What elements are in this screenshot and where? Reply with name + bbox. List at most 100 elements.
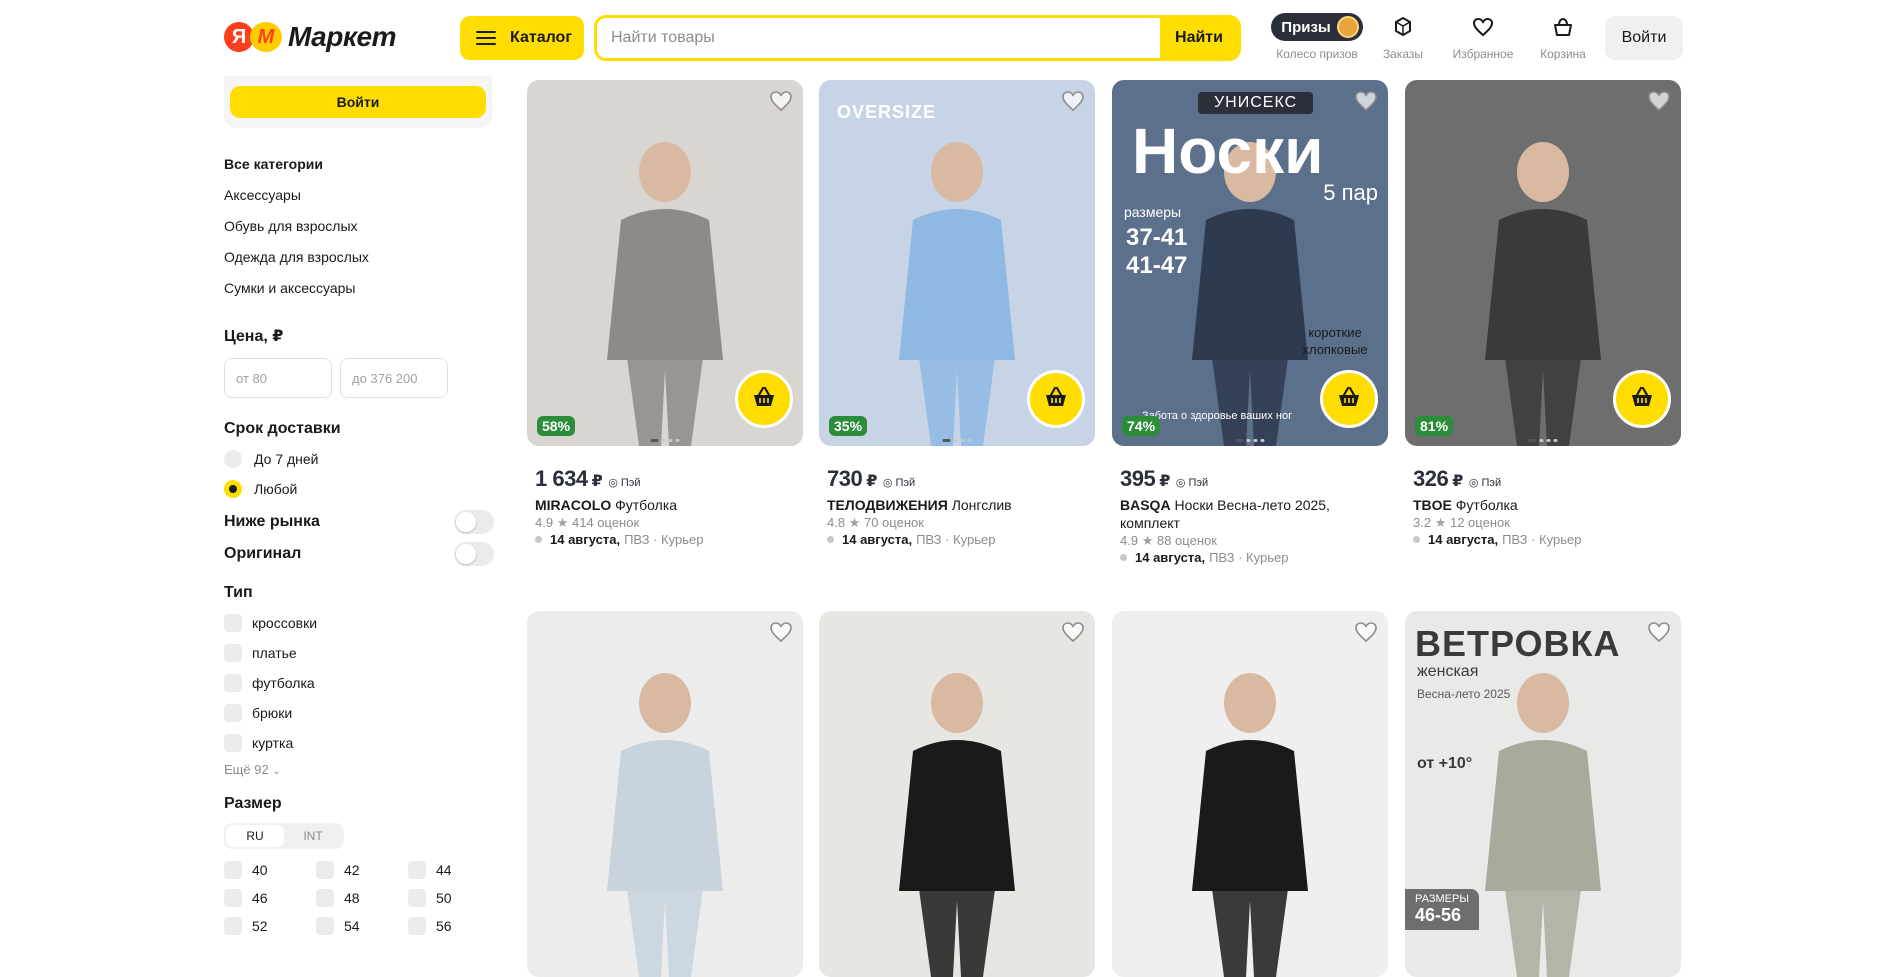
category-bags[interactable]: Сумки и аксессуары	[224, 280, 494, 296]
image-overlay-sizes-label: размеры	[1124, 204, 1182, 220]
nav-orders[interactable]: Заказы	[1363, 13, 1443, 61]
type-option[interactable]: платье	[224, 644, 494, 662]
size-option[interactable]: 46	[224, 889, 316, 907]
delivery-option-any[interactable]: Любой	[224, 480, 494, 498]
search-button[interactable]: Найти	[1160, 18, 1238, 58]
checkbox[interactable]	[224, 644, 242, 662]
below-market-toggle[interactable]	[454, 510, 494, 534]
favorite-heart-icon[interactable]	[1061, 621, 1085, 645]
favorite-heart-icon[interactable]	[1354, 90, 1378, 114]
product-delivery: 14 августа, ПВЗ · Курьер	[1120, 550, 1380, 565]
nav-prize-wheel[interactable]: Призы Колесо призов	[1271, 13, 1363, 61]
category-accessories[interactable]: Аксессуары	[224, 187, 494, 203]
favorite-heart-icon[interactable]	[769, 621, 793, 645]
checkbox[interactable]	[408, 917, 426, 935]
product-card[interactable]: OVERSIZE 35% 730 ₽ ◎ Пэй ТЕЛОДВИЖЕНИЯ Лонгс…	[819, 80, 1095, 547]
checkbox[interactable]	[224, 889, 242, 907]
product-title[interactable]: BASQA Носки Весна-лето 2025, комплект	[1120, 496, 1380, 532]
size-option[interactable]: 56	[408, 917, 500, 935]
size-option[interactable]: 54	[316, 917, 408, 935]
market-logo[interactable]: Я M Маркет	[224, 20, 397, 54]
radio-button[interactable]	[224, 450, 242, 468]
size-option[interactable]: 42	[316, 861, 408, 879]
image-carousel-dots[interactable]	[942, 439, 972, 442]
product-card[interactable]	[527, 611, 803, 977]
product-image[interactable]	[1112, 611, 1388, 977]
size-option[interactable]: 40	[224, 861, 316, 879]
nav-cart[interactable]: Корзина	[1523, 13, 1603, 61]
prizes-pill[interactable]: Призы	[1271, 13, 1363, 41]
add-to-cart-button[interactable]	[1613, 370, 1671, 428]
add-to-cart-button[interactable]	[735, 370, 793, 428]
checkbox[interactable]	[224, 917, 242, 935]
checkbox[interactable]	[316, 861, 334, 879]
image-carousel-dots[interactable]	[1528, 439, 1558, 442]
image-carousel-dots[interactable]	[650, 439, 680, 442]
checkbox[interactable]	[408, 861, 426, 879]
all-categories-link[interactable]: Все категории	[224, 156, 494, 172]
checkbox[interactable]	[224, 674, 242, 692]
size-option[interactable]: 48	[316, 889, 408, 907]
show-more-types[interactable]: Ещё 92 ⌄	[224, 762, 494, 777]
search-input[interactable]	[597, 18, 1160, 58]
original-toggle[interactable]	[454, 542, 494, 566]
checkbox[interactable]	[224, 614, 242, 632]
product-image[interactable]	[819, 611, 1095, 977]
product-image[interactable]: ВЕТРОВКА женская Весна-лето 2025 от +10° РАЗ…	[1405, 611, 1681, 977]
star-icon: ★	[1141, 533, 1154, 548]
rating-value: 3.2	[1413, 515, 1432, 530]
product-card[interactable]: УНИСЕКС Носки 5 пар размеры 37-41 41-47 корот…	[1112, 80, 1388, 565]
favorite-heart-icon[interactable]	[1647, 621, 1671, 645]
product-brand: BASQA	[1120, 497, 1171, 513]
radio-button-selected[interactable]	[224, 480, 242, 498]
category-adult-shoes[interactable]: Обувь для взрослых	[224, 218, 494, 234]
product-title[interactable]: ТЕЛОДВИЖЕНИЯ Лонгслив	[827, 496, 1087, 514]
size-label: 50	[436, 890, 452, 906]
favorite-heart-icon[interactable]	[1061, 90, 1085, 114]
type-option[interactable]: брюки	[224, 704, 494, 722]
image-carousel-dots[interactable]	[1235, 439, 1265, 442]
product-image[interactable]	[527, 611, 803, 977]
sidebar-login-panel: Войти	[224, 76, 492, 128]
favorite-heart-icon[interactable]	[1354, 621, 1378, 645]
product-card[interactable]: 58% 1 634 ₽ ◎ Пэй MIRACOLO Футболка 4.9 ★ …	[527, 80, 803, 547]
checkbox[interactable]	[224, 861, 242, 879]
category-adult-clothing[interactable]: Одежда для взрослых	[224, 249, 494, 265]
size-option[interactable]: 44	[408, 861, 500, 879]
checkbox[interactable]	[316, 889, 334, 907]
tab-size-ru[interactable]: RU	[226, 825, 284, 847]
product-card[interactable]	[1112, 611, 1388, 977]
product-title[interactable]: MIRACOLO Футболка	[535, 496, 795, 514]
size-label: 52	[252, 918, 268, 934]
type-option[interactable]: кроссовки	[224, 614, 494, 632]
nav-favorites[interactable]: Избранное	[1443, 13, 1523, 61]
product-card[interactable]: 81% 326 ₽ ◎ Пэй TBOE Футболка 3.2 ★ 12 оце…	[1405, 80, 1681, 547]
tab-size-int[interactable]: INT	[284, 825, 342, 847]
price-to-input[interactable]: до 376 200	[340, 358, 448, 398]
checkbox[interactable]	[316, 917, 334, 935]
product-photo	[1112, 611, 1388, 977]
checkbox[interactable]	[408, 889, 426, 907]
type-option[interactable]: футболка	[224, 674, 494, 692]
header-login-button[interactable]: Войти	[1605, 16, 1683, 60]
catalog-button[interactable]: Каталог	[460, 16, 584, 60]
delivery-option-7days[interactable]: До 7 дней	[224, 450, 494, 468]
checkbox[interactable]	[224, 704, 242, 722]
size-option[interactable]: 52	[224, 917, 316, 935]
product-card[interactable]	[819, 611, 1095, 977]
add-to-cart-button[interactable]	[1027, 370, 1085, 428]
image-overlay-subtitle: женская	[1417, 663, 1479, 680]
price-from-input[interactable]: от 80	[224, 358, 332, 398]
product-card[interactable]: ВЕТРОВКА женская Весна-лето 2025 от +10° РАЗ…	[1405, 611, 1681, 977]
product-title[interactable]: TBOE Футболка	[1413, 496, 1673, 514]
sidebar-login-button[interactable]: Войти	[230, 86, 486, 118]
prizes-label: Призы	[1281, 18, 1331, 36]
size-option[interactable]: 50	[408, 889, 500, 907]
product-info: 730 ₽ ◎ Пэй ТЕЛОДВИЖЕНИЯ Лонгслив 4.8 ★ 70…	[819, 446, 1095, 547]
add-to-cart-button[interactable]	[1320, 370, 1378, 428]
favorite-heart-icon[interactable]	[769, 90, 793, 114]
favorite-heart-icon[interactable]	[1647, 90, 1671, 114]
product-rating: 4.9 ★ 414 оценок	[535, 515, 795, 531]
checkbox[interactable]	[224, 734, 242, 752]
type-option[interactable]: куртка	[224, 734, 494, 752]
